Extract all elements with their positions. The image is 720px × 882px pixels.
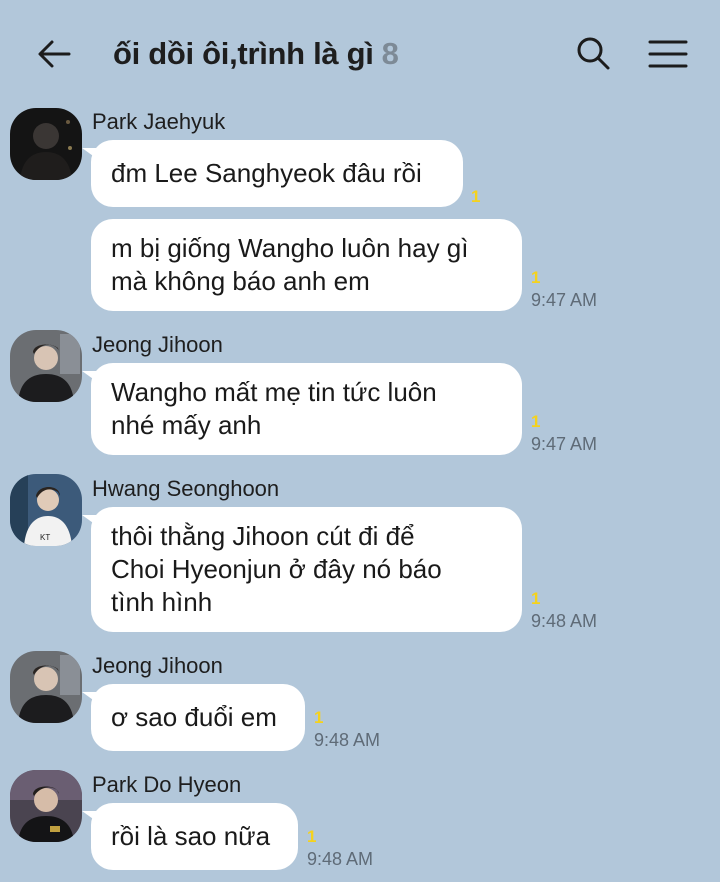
message-bubble[interactable]: thôi thằng Jihoon cút đi để Choi Hyeonju… (82, 507, 522, 632)
message-timestamp: 9:48 AM (314, 730, 381, 750)
message-bubble[interactable]: ơ sao đuổi em (82, 684, 305, 751)
unread-count: 1 (307, 827, 317, 846)
unread-count: 1 (471, 187, 481, 206)
unread-count: 1 (531, 589, 541, 608)
avatar-jeong-jihoon[interactable] (10, 330, 82, 402)
message-bubble[interactable]: Wangho mất mẹ tin tức luôn nhé mấy anh (82, 363, 522, 455)
message-list: Park Jaehyuk đm Lee Sanghyeok đâu rồi 1 … (0, 0, 720, 882)
profile-photo-icon: KT (10, 474, 82, 546)
sender-name: Jeong Jihoon (92, 653, 223, 678)
message-bubble[interactable]: m bị giống Wangho luôn hay gì mà không b… (91, 219, 522, 311)
profile-photo-icon (10, 651, 82, 723)
message-timestamp: 9:47 AM (531, 434, 598, 454)
message-timestamp: 9:47 AM (531, 290, 598, 310)
sender-name: Park Do Hyeon (92, 772, 242, 797)
message-timestamp: 9:48 AM (531, 611, 598, 631)
message-bubble[interactable]: đm Lee Sanghyeok đâu rồi (82, 140, 463, 207)
unread-count: 1 (314, 708, 324, 727)
avatar-park-do-hyeon[interactable] (10, 770, 82, 842)
sender-name: Hwang Seonghoon (92, 476, 280, 501)
unread-count: 1 (531, 268, 541, 287)
avatar-park-jaehyuk[interactable] (10, 108, 82, 180)
sender-name: Park Jaehyuk (92, 109, 226, 134)
message-bubble[interactable]: rồi là sao nữa (82, 803, 298, 870)
sender-name: Jeong Jihoon (92, 332, 223, 357)
avatar-hwang-seonghoon[interactable]: KT (10, 474, 82, 546)
avatar-jeong-jihoon[interactable] (10, 651, 82, 723)
profile-photo-icon (10, 330, 82, 402)
svg-text:KT: KT (40, 533, 50, 542)
profile-photo-icon (10, 108, 82, 180)
message-timestamp: 9:48 AM (307, 849, 374, 869)
profile-photo-icon (10, 770, 82, 842)
unread-count: 1 (531, 412, 541, 431)
